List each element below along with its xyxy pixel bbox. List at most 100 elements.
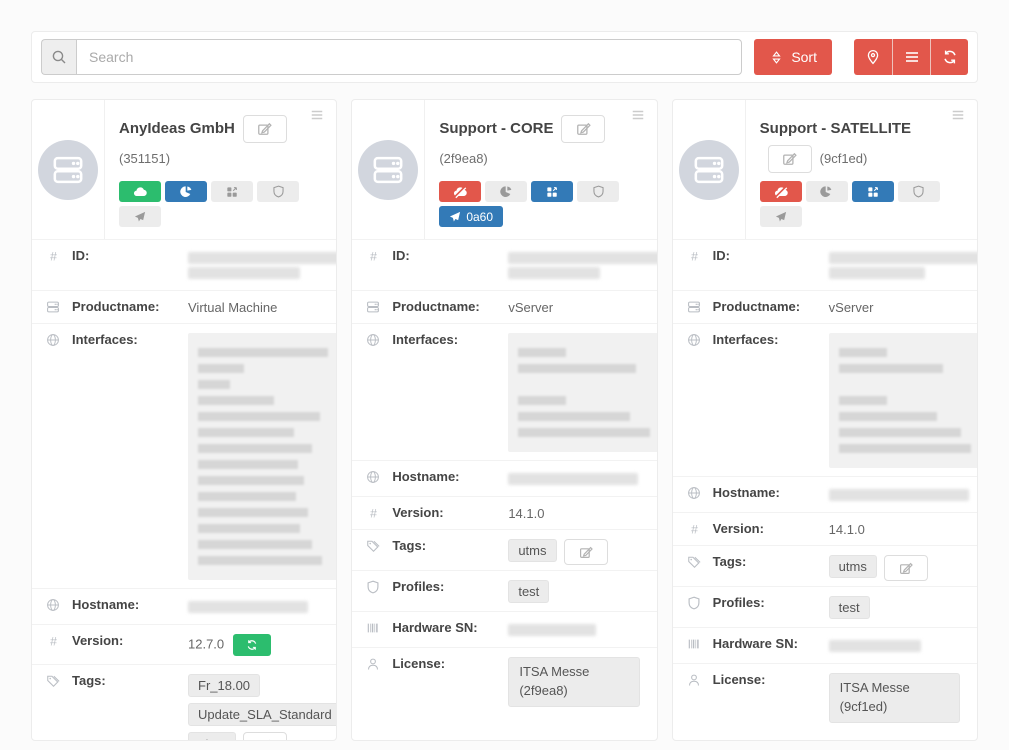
redacted-value (829, 332, 978, 468)
redacted-value (188, 332, 337, 580)
avatar (38, 140, 98, 200)
toolbar-button-group (854, 39, 968, 75)
row-tags: Tags: utms (673, 545, 977, 586)
redacted-value (829, 248, 978, 282)
status-badges (119, 181, 310, 227)
redacted-value (508, 620, 646, 639)
row-profiles: Profiles: test (352, 570, 656, 611)
device-card-anyideas: AnyIdeas GmbH (351151) ID: Productname: V… (31, 99, 337, 741)
row-license: License: ITSA Messe (2f9ea8) (352, 647, 656, 721)
row-hardware-sn: Hardware SN: (352, 611, 656, 647)
shield-badge[interactable] (257, 181, 299, 202)
shield-badge[interactable] (577, 181, 619, 202)
cloud-slash-badge[interactable] (439, 181, 481, 202)
cluster-badge[interactable] (852, 181, 894, 202)
row-hostname: Hostname: (32, 588, 336, 624)
version-refresh-button[interactable] (233, 634, 271, 656)
search-input[interactable] (76, 39, 742, 75)
barcode-icon (366, 621, 383, 635)
server-icon (46, 300, 63, 314)
refresh-button[interactable] (930, 39, 968, 75)
cluster-badge[interactable] (211, 181, 253, 202)
row-id: ID: (32, 239, 336, 290)
shield-badge[interactable] (898, 181, 940, 202)
status-badges: 0a60 (439, 181, 630, 227)
row-interfaces: Interfaces: (352, 323, 656, 460)
redacted-value (829, 485, 969, 504)
card-id-suffix: (9cf1ed) (820, 151, 868, 166)
menu-button[interactable] (892, 39, 930, 75)
card-menu-icon[interactable] (629, 108, 647, 122)
paper-plane-badge[interactable] (119, 206, 161, 227)
profile-chip: test (829, 596, 870, 619)
edit-title-button[interactable] (243, 115, 287, 143)
shield-icon (366, 580, 383, 594)
server-icon (687, 300, 704, 314)
avatar (358, 140, 418, 200)
row-license: License: ITSA Messe (9cf1ed) (673, 663, 977, 737)
row-tags: Tags: utms (352, 529, 656, 570)
location-pin-button[interactable] (854, 39, 892, 75)
edit-title-button[interactable] (768, 145, 812, 173)
redacted-value (508, 248, 657, 282)
row-interfaces: Interfaces: (32, 323, 336, 588)
globe-icon (46, 333, 63, 347)
redacted-value (188, 248, 337, 282)
tag-chip: utms (188, 732, 236, 741)
user-icon (687, 673, 704, 687)
version-value: 14.1.0 (829, 521, 967, 537)
tags-icon (366, 539, 383, 553)
card-menu-icon[interactable] (949, 108, 967, 122)
paper-plane-badge[interactable]: 0a60 (439, 206, 503, 227)
globe-icon (687, 333, 704, 347)
edit-title-button[interactable] (561, 115, 605, 143)
edit-tags-button[interactable] (564, 539, 608, 565)
edit-tags-button[interactable] (884, 555, 928, 581)
pie-chart-badge[interactable] (806, 181, 848, 202)
hash-icon (366, 249, 383, 264)
row-id: ID: (673, 239, 977, 290)
hash-icon (687, 522, 704, 537)
globe-icon (366, 470, 383, 484)
card-header: Support - CORE(2f9ea8) 0a60 (352, 100, 656, 239)
tag-chip: utms (508, 539, 556, 562)
row-version: Version: 12.7.0 (32, 624, 336, 664)
profile-chip: test (508, 580, 549, 603)
search-icon (41, 39, 76, 75)
row-productname: Productname: vServer (352, 290, 656, 323)
menu-lines-icon (904, 49, 920, 65)
pie-chart-badge[interactable] (165, 181, 207, 202)
row-productname: Productname: Virtual Machine (32, 290, 336, 323)
row-productname: Productname: vServer (673, 290, 977, 323)
device-card-support-core: Support - CORE(2f9ea8) 0a60 ID: Productn… (351, 99, 657, 741)
globe-icon (366, 333, 383, 347)
card-title: Support - SATELLITE (760, 120, 911, 137)
device-card-support-satellite: Support - SATELLITE (9cf1ed) ID: Productn… (672, 99, 978, 741)
cloud-slash-badge[interactable] (760, 181, 802, 202)
tags-icon (687, 555, 704, 569)
row-tags: Tags: Fr_18.00 Update_SLA_Standard utms (32, 664, 336, 741)
pie-chart-badge[interactable] (485, 181, 527, 202)
card-id-suffix: (351151) (119, 151, 170, 166)
search-group (41, 39, 742, 75)
server-icon (366, 300, 383, 314)
sort-button[interactable]: Sort (754, 39, 832, 75)
cluster-badge[interactable] (531, 181, 573, 202)
row-version: Version: 14.1.0 (673, 512, 977, 545)
shield-icon (687, 596, 704, 610)
redacted-value (508, 469, 646, 488)
cloud-badge[interactable] (119, 181, 161, 202)
card-title: AnyIdeas GmbH (119, 120, 235, 137)
hash-icon (366, 506, 383, 521)
productname-value: vServer (508, 299, 646, 315)
tags-icon (46, 674, 63, 688)
productname-value: Virtual Machine (188, 299, 326, 315)
globe-icon (687, 486, 704, 500)
edit-tags-button[interactable] (243, 732, 287, 741)
version-value: 14.1.0 (508, 505, 646, 521)
productname-value: vServer (829, 299, 967, 315)
card-header: AnyIdeas GmbH (351151) (32, 100, 336, 239)
paper-plane-badge[interactable] (760, 206, 802, 227)
hash-icon (46, 634, 63, 649)
card-menu-icon[interactable] (308, 108, 326, 122)
